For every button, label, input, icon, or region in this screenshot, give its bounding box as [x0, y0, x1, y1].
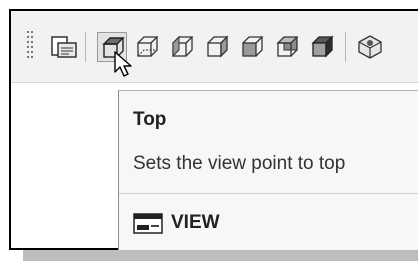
- mouse-cursor-icon: [114, 51, 132, 77]
- tooltip-command: VIEW: [171, 212, 220, 233]
- tooltip: Top Sets the view point to top VIEW: [118, 90, 418, 250]
- back-view-icon: [276, 36, 299, 57]
- view-command-icon: [133, 213, 163, 234]
- left-view-button[interactable]: [167, 32, 197, 62]
- tooltip-title: Top: [133, 109, 167, 130]
- right-view-button[interactable]: [202, 32, 232, 62]
- frame-shadow: [23, 250, 418, 261]
- bottom-view-icon: [137, 36, 159, 57]
- right-view-icon: [207, 35, 229, 58]
- toolbar-separator: [85, 32, 86, 62]
- named-views-button[interactable]: [49, 32, 79, 62]
- toolbar-separator: [345, 32, 346, 62]
- isometric-view-button[interactable]: [307, 32, 337, 62]
- toolbar-grip[interactable]: [27, 31, 35, 61]
- left-view-icon: [172, 35, 194, 58]
- front-view-button[interactable]: [237, 32, 267, 62]
- camera-view-button[interactable]: [355, 32, 385, 62]
- front-view-icon: [242, 36, 264, 57]
- bottom-view-button[interactable]: [132, 32, 162, 62]
- named-views-icon: [51, 36, 77, 58]
- tooltip-description: Sets the view point to top: [133, 153, 346, 174]
- camera-view-icon: [358, 35, 382, 59]
- isometric-view-icon: [311, 35, 334, 58]
- view-toolbar: [11, 11, 418, 83]
- back-view-button[interactable]: [272, 32, 302, 62]
- tooltip-divider: [119, 193, 418, 194]
